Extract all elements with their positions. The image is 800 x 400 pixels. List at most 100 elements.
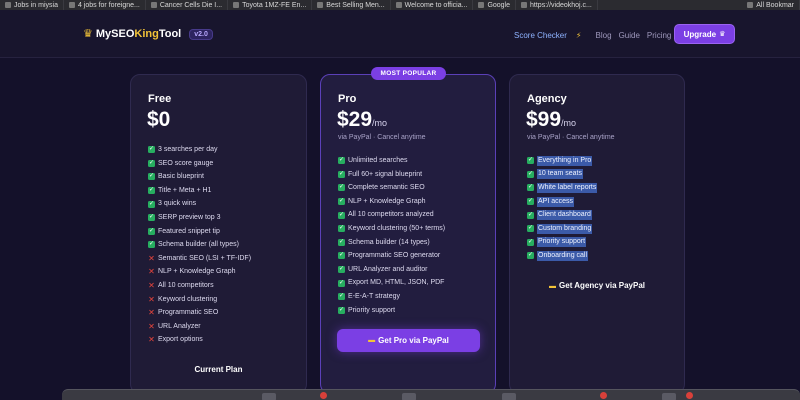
feature-text: Complete semantic SEO: [348, 184, 425, 192]
version-badge: v2.0: [189, 28, 213, 40]
app-icon[interactable]: [502, 393, 516, 400]
feature-text: E-E-A-T strategy: [348, 292, 400, 300]
cross-icon: ✕: [148, 335, 155, 345]
bookmark-item[interactable]: Welcome to officia...: [391, 0, 474, 10]
feature-text: Programmatic SEO generator: [348, 252, 441, 260]
check-icon: ✓: [338, 198, 345, 206]
feature-item: ✕ All 10 competitors: [148, 279, 251, 293]
feature-text: Client dashboard: [537, 210, 592, 221]
cross-icon: ✕: [148, 321, 155, 331]
check-icon: ✓: [338, 157, 345, 165]
feature-text: SEO score gauge: [158, 159, 214, 167]
plan-price: $0: [147, 108, 171, 131]
feature-item: ✓ SEO score gauge: [148, 157, 251, 171]
feature-item: ✓ Full 60+ signal blueprint: [338, 168, 445, 182]
cross-icon: ✕: [148, 267, 155, 277]
check-icon: ✓: [338, 306, 345, 314]
feature-item: ✓ All 10 competitors analyzed: [338, 208, 445, 222]
check-icon: ✓: [338, 279, 345, 287]
check-icon: ✓: [338, 238, 345, 246]
plan-name: Agency: [527, 93, 567, 105]
app-icon[interactable]: [402, 393, 416, 400]
feature-item: ✕ Programmatic SEO: [148, 306, 251, 320]
taskbar: [62, 389, 800, 400]
feature-text: API access: [537, 196, 575, 207]
check-icon: ✓: [527, 184, 534, 192]
nav-link-blog[interactable]: Blog: [596, 31, 612, 40]
check-icon: ✓: [148, 173, 155, 181]
feature-item: ✓ 3 searches per day: [148, 143, 251, 157]
bookmark-item[interactable]: https://videokhoj.c...: [516, 0, 598, 10]
feature-text: Basic blueprint: [158, 173, 204, 181]
nav-link-score-checker[interactable]: Score Checker ⚡: [514, 31, 589, 40]
bookmark-item[interactable]: Jobs in miysia: [0, 0, 64, 10]
feature-text: NLP + Knowledge Graph: [348, 197, 426, 205]
crown-icon: ♛: [83, 28, 93, 40]
nav-link-guide[interactable]: Guide: [619, 31, 640, 40]
check-icon: ✓: [148, 200, 155, 208]
check-icon: ✓: [338, 225, 345, 233]
feature-item: ✓ E-E-A-T strategy: [338, 290, 445, 304]
feature-item: ✓ API access: [527, 195, 597, 209]
feature-text: Programmatic SEO: [158, 309, 219, 317]
folder-icon: [5, 2, 11, 8]
feature-item: ✓ White label reports: [527, 181, 598, 195]
check-icon: ✓: [338, 293, 345, 301]
feature-text: Keyword clustering: [158, 295, 218, 303]
get-pro-button[interactable]: ▬ Get Pro via PayPal: [337, 329, 480, 352]
check-icon: ✓: [148, 214, 155, 222]
site-icon: [68, 2, 75, 8]
check-icon: ✓: [148, 146, 155, 154]
bookmark-item[interactable]: Cancer Cells Die I...: [146, 0, 229, 10]
feature-item: ✓ Schema builder (14 types): [338, 236, 445, 250]
plan-card-agency: Agency $99/mo via PayPal · Cancel anytim…: [509, 74, 685, 394]
bookmark-item[interactable]: Toyota 1MZ-FE En...: [228, 0, 313, 10]
site-icon: [317, 2, 324, 8]
all-bookmarks[interactable]: All Bookmar: [742, 0, 800, 10]
site-icon: [395, 2, 402, 8]
feature-item: ✓ Unlimited searches: [338, 154, 445, 168]
check-icon: ✓: [148, 241, 155, 249]
feature-item: ✓ Priority support: [338, 304, 445, 318]
check-icon: ✓: [148, 187, 155, 195]
bookmark-item[interactable]: 4 jobs for foreigne...: [64, 0, 146, 10]
feature-item: ✓ Export MD, HTML, JSON, PDF: [338, 276, 445, 290]
feature-text: SERP preview top 3: [158, 213, 221, 221]
site-icon: [233, 2, 240, 8]
feature-item: ✓ Everything in Pro: [527, 154, 597, 168]
feature-text: Featured snippet tip: [158, 227, 220, 235]
feature-text: All 10 competitors: [158, 281, 214, 289]
feature-text: Everything in Pro: [537, 155, 593, 166]
bookmark-item[interactable]: Best Selling Men...: [312, 0, 391, 10]
folder-icon: [747, 2, 754, 8]
feature-item: ✓ Featured snippet tip: [148, 225, 251, 239]
feature-item: ✕ Export options: [148, 333, 251, 347]
app-icon[interactable]: [662, 393, 676, 400]
notification-badge: [686, 392, 693, 399]
check-icon: ✓: [338, 211, 345, 219]
google-icon: [478, 2, 485, 8]
site-icon: [150, 2, 157, 8]
get-agency-button[interactable]: ▬ Get Agency via PayPal: [510, 281, 684, 290]
feature-item: ✓ NLP + Knowledge Graph: [338, 195, 445, 209]
check-icon: ✓: [148, 159, 155, 167]
cross-icon: ✕: [148, 253, 155, 263]
brand-logo[interactable]: ♛ MySEOKingTool v2.0: [83, 28, 213, 40]
feature-text: White label reports: [537, 182, 598, 193]
check-icon: ✓: [527, 252, 534, 260]
upgrade-button[interactable]: Upgrade ♛: [674, 24, 735, 44]
check-icon: ✓: [338, 170, 345, 178]
top-nav: ♛ MySEOKingTool v2.0 Score Checker ⚡ Blog…: [0, 10, 800, 58]
nav-link-pricing[interactable]: Pricing: [647, 31, 671, 40]
current-plan-label: Current Plan: [194, 365, 243, 374]
feature-text: Export MD, HTML, JSON, PDF: [348, 279, 445, 287]
feature-text: Custom branding: [537, 223, 593, 234]
feature-list: ✓ Unlimited searches ✓ Full 60+ signal blue…: [338, 154, 445, 317]
feature-text: NLP + Knowledge Graph: [158, 268, 236, 276]
check-icon: ✓: [338, 184, 345, 192]
app-icon[interactable]: [262, 393, 276, 400]
check-icon: ✓: [527, 238, 534, 246]
feature-text: 3 searches per day: [158, 146, 218, 153]
check-icon: ✓: [527, 211, 534, 219]
bookmark-item[interactable]: Google: [473, 0, 517, 10]
